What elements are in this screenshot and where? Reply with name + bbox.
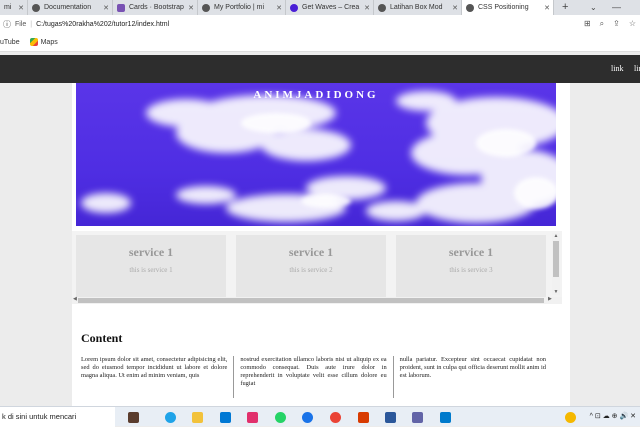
service-card: service 1 this is service 3 xyxy=(396,235,546,297)
content-heading: Content xyxy=(81,331,123,345)
tab-label: Latihan Box Mod xyxy=(390,4,443,11)
browser-tab-bar: mi ✕ Documentation ✕ Cards · Bootstrap ✕… xyxy=(0,0,640,15)
bookmark-maps[interactable]: Maps xyxy=(29,38,58,46)
bootstrap-icon xyxy=(117,3,125,12)
scroll-down-icon[interactable]: ▼ xyxy=(552,289,560,295)
scheme-label: File xyxy=(15,20,27,28)
url-field[interactable]: C:/tugas%20rakha%202/tutor12/index.html xyxy=(36,21,169,28)
services-scroll-area: service 1 this is service 1 service 1 th… xyxy=(72,231,562,304)
waves-icon xyxy=(290,3,298,12)
scroll-right-icon[interactable]: ▶ xyxy=(548,296,552,302)
browser-tab[interactable]: mi ✕ xyxy=(0,0,28,15)
horizontal-scrollbar[interactable]: ◀ ▶ xyxy=(72,296,562,304)
close-icon[interactable]: ✕ xyxy=(364,4,370,12)
teams-icon[interactable] xyxy=(412,412,423,423)
minimize-icon[interactable]: — xyxy=(612,0,621,15)
globe-icon xyxy=(202,3,210,12)
mail-icon[interactable] xyxy=(220,412,231,423)
service-card: service 1 this is service 1 xyxy=(76,235,226,297)
close-icon[interactable]: ✕ xyxy=(18,4,24,12)
browser-tab[interactable]: Latihan Box Mod ✕ xyxy=(374,0,462,15)
page-viewport: link lin xyxy=(0,53,640,406)
file-explorer-icon[interactable] xyxy=(192,412,203,423)
service-subtitle: this is service 3 xyxy=(449,266,493,274)
globe-icon xyxy=(466,3,474,12)
share-icon[interactable]: ⇪ xyxy=(613,19,620,29)
scroll-up-icon[interactable]: ▲ xyxy=(552,233,560,239)
scrollbar-thumb[interactable] xyxy=(78,298,544,303)
bookmark-youtube[interactable]: uTube xyxy=(0,39,20,46)
content-column: Lorem ipsum dolor sit amet, consectetur … xyxy=(81,356,228,379)
scrollbar-thumb[interactable] xyxy=(553,241,559,277)
bookmark-star-icon[interactable]: ☆ xyxy=(629,19,636,29)
nav-link[interactable]: link xyxy=(611,64,623,73)
browser-tab[interactable]: My Portfolio | mi ✕ xyxy=(198,0,286,15)
translate-icon[interactable]: ⊞ xyxy=(584,19,591,29)
zoom-icon[interactable]: ⌕ xyxy=(600,19,604,29)
instagram-icon[interactable] xyxy=(247,412,258,423)
service-subtitle: this is service 2 xyxy=(289,266,333,274)
tab-label: Cards · Bootstrap xyxy=(129,4,184,11)
service-title: service 1 xyxy=(448,245,494,259)
nav-link[interactable]: lin xyxy=(634,64,640,73)
maps-icon xyxy=(29,38,38,46)
service-subtitle: this is service 1 xyxy=(129,266,173,274)
site-navbar: link lin xyxy=(0,55,640,83)
globe-icon xyxy=(378,3,386,12)
tab-label: mi xyxy=(4,4,12,11)
close-icon[interactable]: ✕ xyxy=(103,4,109,12)
tab-label: CSS Positioning xyxy=(478,4,529,11)
edge-icon[interactable] xyxy=(165,412,176,423)
close-icon[interactable]: ✕ xyxy=(544,4,550,12)
new-tab-button[interactable]: + xyxy=(562,0,568,15)
chevron-down-icon[interactable]: ⌄ xyxy=(590,0,597,15)
app-icon[interactable] xyxy=(302,412,313,423)
powerpoint-icon[interactable] xyxy=(358,412,369,423)
hero-brand-text: ANIMJADIDONG xyxy=(253,89,379,101)
vscode-icon[interactable] xyxy=(440,412,451,423)
address-bar: ⓘ File | C:/tugas%20rakha%202/tutor12/in… xyxy=(0,15,640,33)
info-icon[interactable]: ⓘ xyxy=(3,19,11,30)
browser-tab[interactable]: Documentation ✕ xyxy=(28,0,113,15)
service-title: service 1 xyxy=(128,245,174,259)
widgets-icon[interactable] xyxy=(128,412,139,423)
bookmarks-bar: uTube Maps xyxy=(0,33,640,52)
bookmark-label: Maps xyxy=(40,38,58,46)
windows-taskbar: k di sini untuk mencari ^ ⊡ ☁ ⊕ 🔊 ✕ xyxy=(0,406,640,427)
service-card: service 1 this is service 2 xyxy=(236,235,386,297)
service-title: service 1 xyxy=(288,245,334,259)
close-icon[interactable]: ✕ xyxy=(452,4,458,12)
taskbar-search-input[interactable]: k di sini untuk mencari xyxy=(0,407,115,427)
bookmark-label: uTube xyxy=(0,38,20,46)
close-icon[interactable]: ✕ xyxy=(188,4,194,12)
browser-tab[interactable]: Get Waves – Crea ✕ xyxy=(286,0,374,15)
system-tray[interactable]: ^ ⊡ ☁ ⊕ 🔊 ✕ xyxy=(590,407,636,427)
page-container: ANIMJADIDONG service 1 this is service 1… xyxy=(72,83,570,406)
content-columns: Lorem ipsum dolor sit amet, consectetur … xyxy=(81,356,552,398)
weather-icon[interactable] xyxy=(565,412,576,423)
separator: | xyxy=(30,20,33,28)
tab-label: My Portfolio | mi xyxy=(214,4,265,11)
tab-label: Get Waves – Crea xyxy=(302,4,360,11)
browser-tab[interactable]: Cards · Bootstrap ✕ xyxy=(113,0,198,15)
vertical-scrollbar[interactable]: ▲ ▼ xyxy=(552,233,560,295)
hero-banner: ANIMJADIDONG xyxy=(76,83,556,226)
tab-label: Documentation xyxy=(44,4,92,11)
close-icon[interactable]: ✕ xyxy=(276,4,282,12)
word-icon[interactable] xyxy=(385,412,396,423)
scroll-left-icon[interactable]: ◀ xyxy=(73,296,77,302)
whatsapp-icon[interactable] xyxy=(275,412,286,423)
browser-tab-active[interactable]: CSS Positioning ✕ xyxy=(462,0,554,15)
content-column: nostrud exercitation ullamco laboris nis… xyxy=(233,356,392,398)
chrome-icon[interactable] xyxy=(330,412,341,423)
cloud-sky-image xyxy=(81,91,556,223)
globe-icon xyxy=(32,3,40,12)
content-column: nulla pariatur. Excepteur sint occaecat … xyxy=(392,356,552,398)
